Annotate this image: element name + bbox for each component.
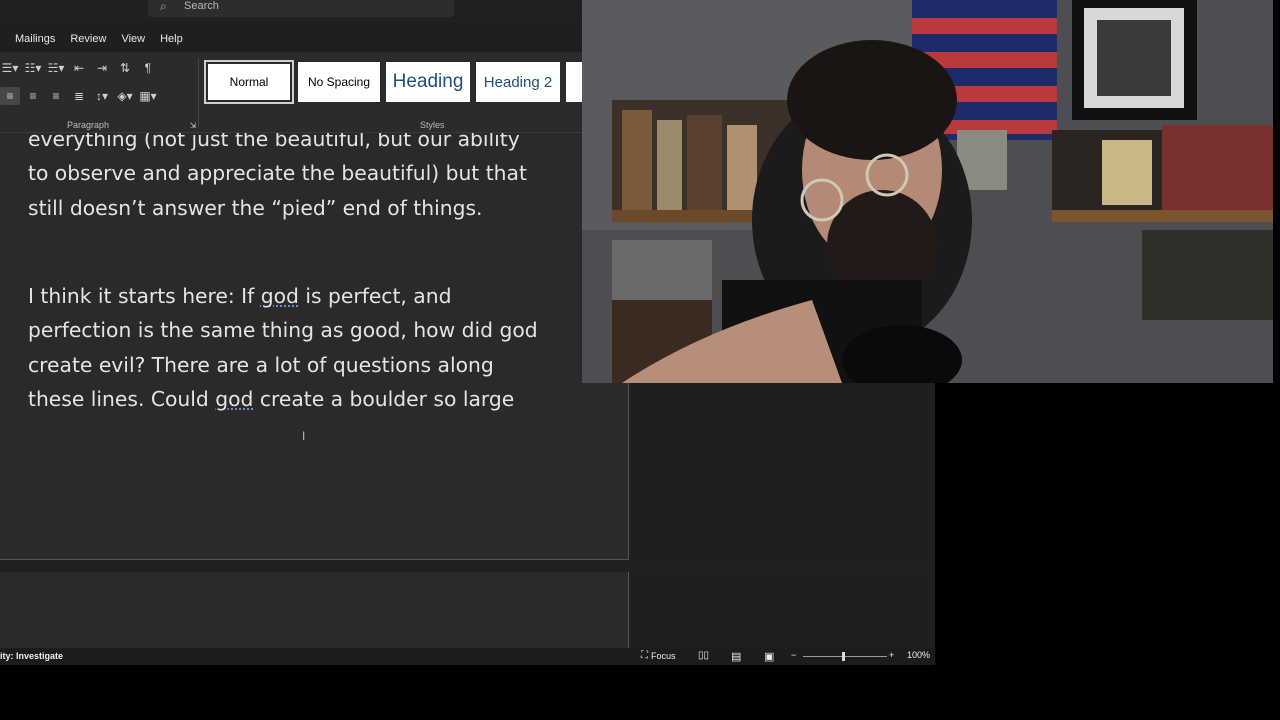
align-center-icon[interactable]: ≡ [23, 87, 43, 105]
focus-button[interactable]: ⛶ Focus [641, 650, 676, 661]
paragraph-2: I think it starts here: If god is perfec… [28, 279, 588, 417]
paragraph-row-2: ≡ ≡ ≡ ≣ ↕▾ ◈▾ ▦▾ [0, 87, 161, 105]
styles-group-label: Styles [420, 120, 445, 130]
read-mode-icon[interactable]: ▯▯ [698, 650, 709, 661]
menu-bar: Mailings Review View Help [0, 28, 183, 50]
multilevel-list-icon[interactable]: ☵▾ [46, 59, 66, 77]
focus-label: Focus [651, 650, 676, 661]
zoom-level[interactable]: 100% [907, 650, 930, 660]
pilcrow-icon[interactable]: ¶ [138, 59, 158, 77]
page-gap [0, 560, 935, 572]
zoom-slider-track[interactable] [803, 656, 887, 657]
line-spacing-icon[interactable]: ↕▾ [92, 87, 112, 105]
zoom-out-icon[interactable]: − [791, 650, 796, 660]
search-icon: ⌕ [160, 0, 167, 13]
paragraph-dialog-launcher-icon[interactable]: ⇲ [183, 116, 203, 134]
decrease-indent-icon[interactable]: ⇤ [69, 59, 89, 77]
web-layout-icon[interactable]: ▣ [764, 650, 774, 663]
webcam-overlay [582, 0, 1273, 383]
document-page[interactable]: everything (not just the beautiful, but … [0, 133, 629, 560]
numbering-icon[interactable]: ☷▾ [23, 59, 43, 77]
borders-icon[interactable]: ▦▾ [138, 87, 158, 105]
text-cursor-icon: I [302, 429, 306, 443]
paragraph-2-part-c: create a boulder so large [253, 387, 515, 412]
align-left-icon[interactable]: ≡ [0, 87, 20, 105]
search-placeholder: Search [184, 0, 219, 12]
bullets-icon[interactable]: ☰▾ [0, 59, 20, 77]
print-layout-icon[interactable]: ▤ [731, 650, 741, 663]
style-heading-2[interactable]: Heading 2 [476, 62, 560, 102]
style-normal[interactable]: Normal [204, 60, 294, 104]
document-next-page[interactable] [0, 572, 629, 650]
shading-icon[interactable]: ◈▾ [115, 87, 135, 105]
spelling-flag-god-2[interactable]: god [215, 387, 253, 411]
paragraph-group-label: Paragraph [67, 120, 110, 130]
focus-icon: ⛶ [641, 650, 648, 661]
menu-mailings[interactable]: Mailings [15, 33, 55, 45]
status-bar: ity: Investigate ⛶ Focus ▯▯ ▤ ▣ − + 100% [0, 648, 935, 665]
style-heading-1[interactable]: Heading [386, 62, 470, 102]
justify-icon[interactable]: ≣ [69, 87, 89, 105]
paragraph-row-1: ☰▾ ☷▾ ☵▾ ⇤ ⇥ ⇅ ¶ [0, 59, 161, 77]
paragraph-1: everything (not just the beautiful, but … [28, 133, 527, 220]
paragraph-2-part-a: I think it starts here: If [28, 284, 261, 308]
ribbon-separator [198, 58, 199, 126]
menu-view[interactable]: View [121, 33, 145, 45]
black-panel [935, 383, 1280, 720]
align-right-icon[interactable]: ≡ [46, 87, 66, 105]
accessibility-status[interactable]: ity: Investigate [0, 651, 63, 661]
menu-help[interactable]: Help [160, 33, 183, 45]
zoom-in-icon[interactable]: + [889, 650, 894, 660]
sort-icon[interactable]: ⇅ [115, 59, 135, 77]
search-box[interactable]: ⌕ Search [148, 0, 454, 17]
zoom-slider-thumb[interactable] [842, 652, 845, 661]
increase-indent-icon[interactable]: ⇥ [92, 59, 112, 77]
spelling-flag-god-1[interactable]: god [261, 284, 299, 308]
menu-review[interactable]: Review [70, 33, 106, 45]
style-no-spacing[interactable]: No Spacing [298, 62, 380, 102]
webcam-feed-image [582, 0, 1273, 383]
styles-gallery: Normal No Spacing Heading Heading 2 [204, 60, 592, 104]
